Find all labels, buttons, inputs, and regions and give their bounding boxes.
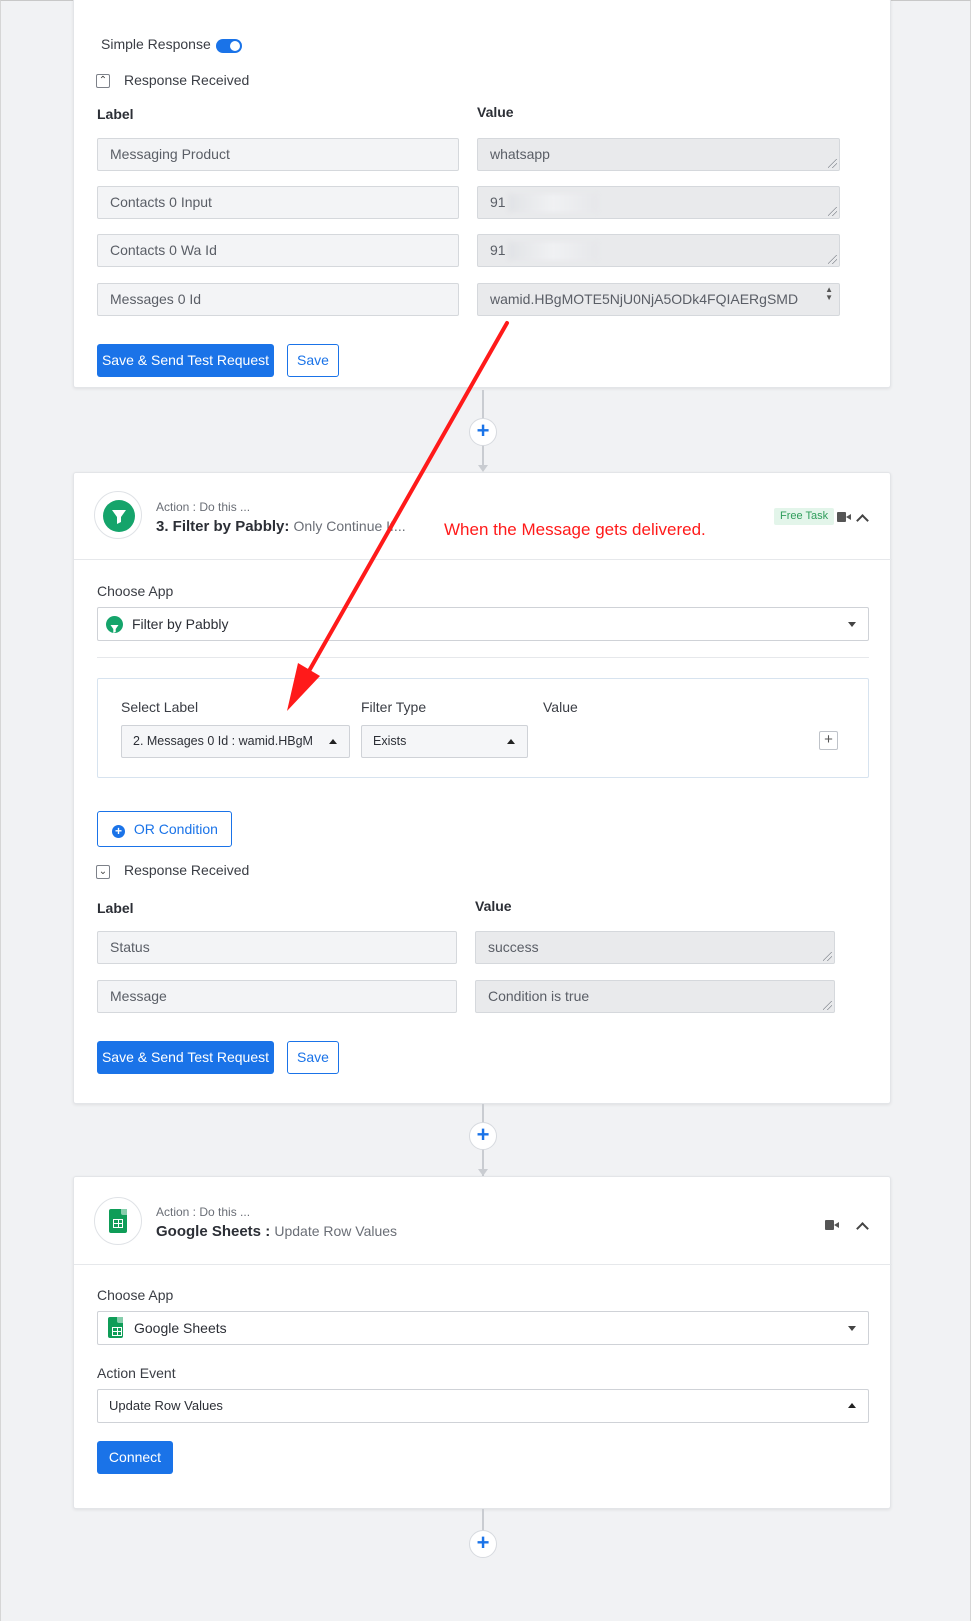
response-value-field[interactable]: 91: [477, 234, 840, 267]
response-label-field[interactable]: Contacts 0 Input: [97, 186, 459, 219]
step-4-card: Action : Do this ... Google Sheets : Upd…: [73, 1176, 892, 1509]
add-step-button[interactable]: +: [469, 418, 497, 446]
google-sheets-app-logo: [94, 1197, 142, 1245]
redacted-blur: [507, 194, 598, 213]
video-icon[interactable]: [825, 1220, 839, 1230]
action-prefix: Action : Do this ...: [156, 500, 251, 514]
simple-response-label: Simple Response: [101, 36, 211, 52]
label-column-header: Label: [97, 900, 134, 916]
step-3-card: Action : Do this ... 3. Filter by Pabbly…: [73, 472, 892, 1104]
filter-icon: [106, 616, 123, 633]
connector-arrow: [478, 465, 488, 472]
add-step-button[interactable]: +: [469, 1122, 497, 1150]
filter-value-header: Value: [543, 699, 578, 715]
chevron-up-icon[interactable]: [856, 1222, 869, 1235]
google-sheets-icon: [109, 1209, 127, 1233]
free-task-badge: Free Task: [774, 508, 835, 525]
filter-type-header: Filter Type: [361, 699, 427, 715]
response-label-field[interactable]: Status: [97, 931, 457, 964]
chevron-down-icon: ⌄: [98, 866, 108, 877]
chevron-up-icon[interactable]: [856, 514, 869, 527]
response-collapse-toggle[interactable]: ⌄: [96, 865, 110, 879]
add-condition-button[interactable]: +: [819, 731, 838, 750]
connector-arrow: [478, 1169, 488, 1176]
or-condition-button[interactable]: + OR Condition: [97, 811, 232, 847]
value-column-header: Value: [475, 898, 512, 914]
response-label-field[interactable]: Messages 0 Id: [97, 283, 459, 316]
choose-app-select[interactable]: Google Sheets: [97, 1311, 869, 1345]
video-icon[interactable]: [837, 512, 851, 522]
response-value-field[interactable]: wamid.HBgMOTE5NjU0NjA5ODk4FQIAERgSMD ▲ ▼: [477, 283, 840, 316]
plus-icon: +: [824, 731, 833, 748]
header-divider: [74, 559, 892, 560]
choose-app-label: Choose App: [97, 583, 174, 599]
filter-app-logo: [94, 491, 142, 539]
plus-icon: +: [476, 418, 490, 443]
response-value-field[interactable]: 91: [477, 186, 840, 219]
chevron-up-icon: ⌃: [98, 75, 108, 86]
save-button[interactable]: Save: [287, 344, 339, 377]
response-value-field[interactable]: whatsapp: [477, 138, 840, 171]
add-step-button[interactable]: +: [469, 1530, 497, 1558]
action-prefix: Action : Do this ...: [156, 1205, 251, 1219]
response-label-field[interactable]: Messaging Product: [97, 138, 459, 171]
filter-condition-panel: Select Label Filter Type Value 2. Messag…: [97, 678, 869, 778]
section-divider: [97, 657, 869, 658]
save-send-test-button[interactable]: Save & Send Test Request: [97, 1041, 274, 1074]
choose-app-label: Choose App: [97, 1287, 174, 1303]
action-title: Google Sheets : Update Row Values: [156, 1223, 398, 1240]
connect-button[interactable]: Connect: [97, 1441, 173, 1474]
response-value-field[interactable]: success: [475, 931, 835, 964]
plus-circle-icon: +: [112, 825, 125, 838]
response-received-label: Response Received: [124, 72, 250, 88]
choose-app-select[interactable]: Filter by Pabbly: [97, 607, 869, 641]
step-2-card: Simple Response ⌃ Response Received Labe…: [73, 0, 891, 388]
chevron-down-icon: [848, 622, 856, 627]
chevron-up-icon: [329, 739, 337, 744]
value-column-header: Value: [477, 104, 514, 120]
label-column-header: Label: [97, 106, 134, 122]
chevron-up-icon: [507, 739, 515, 744]
header-divider: [74, 1264, 892, 1265]
action-event-select[interactable]: Update Row Values: [97, 1389, 869, 1423]
select-label-dropdown[interactable]: 2. Messages 0 Id : wamid.HBgM: [121, 725, 350, 758]
scroll-arrows-icon[interactable]: ▲ ▼: [825, 286, 833, 302]
simple-response-toggle[interactable]: [216, 39, 242, 53]
annotation-text: When the Message gets delivered.: [444, 520, 706, 539]
redacted-blur: [507, 242, 598, 261]
action-title: 3. Filter by Pabbly: Only Continue If...: [156, 518, 406, 535]
plus-icon: +: [476, 1530, 490, 1555]
select-label-header: Select Label: [121, 699, 199, 715]
chevron-down-icon: [848, 1326, 856, 1331]
response-received-label: Response Received: [124, 862, 250, 878]
response-label-field[interactable]: Message: [97, 980, 457, 1013]
response-value-field[interactable]: Condition is true: [475, 980, 835, 1013]
filter-icon: [103, 500, 135, 532]
save-send-test-button[interactable]: Save & Send Test Request: [97, 344, 274, 377]
google-sheets-icon: [108, 1317, 123, 1338]
filter-type-dropdown[interactable]: Exists: [361, 725, 528, 758]
plus-icon: +: [476, 1122, 490, 1147]
response-label-field[interactable]: Contacts 0 Wa Id: [97, 234, 459, 267]
response-collapse-toggle[interactable]: ⌃: [96, 74, 110, 88]
save-button[interactable]: Save: [287, 1041, 339, 1074]
chevron-up-icon: [848, 1403, 856, 1408]
action-event-label: Action Event: [97, 1365, 176, 1381]
